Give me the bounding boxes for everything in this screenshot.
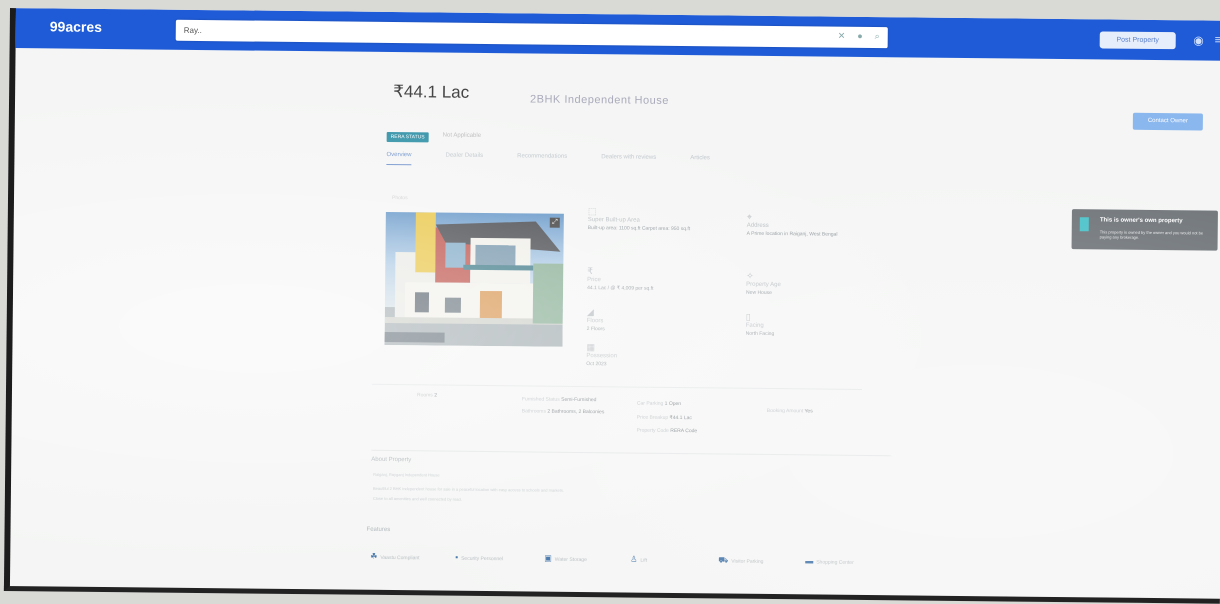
divider [371, 449, 892, 457]
detail-label: Price [587, 277, 601, 284]
feature-item: ☘ Vaastu Compliant [370, 551, 420, 562]
price-icon: ₹ [587, 266, 594, 277]
search-input[interactable] [181, 19, 806, 48]
listing-tabs: Overview Dealer Details Recommendations … [386, 151, 710, 168]
owner-card-title: This is owner's own property [1099, 217, 1183, 225]
feature-item: ▪ Security Personnel [455, 552, 504, 563]
tab-articles[interactable]: Articles [690, 155, 710, 168]
owner-property-card: This is owner's own property This proper… [1071, 209, 1218, 251]
detail-value: A Prime location in Raiganj, West Bengal [746, 230, 838, 238]
about-line-3: Close to all amenities and well connecte… [372, 495, 462, 502]
feature-item: ♙ Lift [630, 554, 648, 564]
detail-address: ⌖ Address A Prime location in Raiganj, W… [747, 212, 877, 238]
house-illustration [384, 212, 564, 347]
water-icon: ▣ [544, 553, 552, 563]
detail-value: 44.1 Lac / @ ₹ 4,009 per sq.ft [587, 285, 654, 292]
lift-icon: ♙ [630, 554, 638, 564]
expand-icon[interactable]: ⤢ [549, 217, 560, 228]
contact-owner-button[interactable]: Contact Owner [1132, 112, 1203, 131]
detail-label: Super Built-up Area [587, 217, 640, 224]
parking-icon: ⛟ [718, 555, 729, 565]
features-title: Features [366, 526, 391, 534]
property-photo[interactable]: ⤢ [384, 211, 564, 347]
detail-label: Possession [586, 353, 618, 360]
about-property-title: About Property [371, 456, 412, 464]
feature-item: ▬ Shopping Center [805, 556, 854, 566]
info-booking: Booking Amount Yes [766, 407, 813, 415]
detail-possession: ▦ Possession Oct 2023 [586, 342, 696, 368]
search-icon[interactable]: ⌕ [875, 31, 880, 42]
menu-icon[interactable]: ≡ [1215, 33, 1220, 47]
detail-label: Facing [745, 322, 764, 329]
info-property-code: Property Code RERA Code [636, 427, 698, 435]
detail-facing: ▯ Facing North Facing [746, 312, 856, 338]
post-property-button[interactable]: Post Property [1099, 31, 1176, 50]
info-price-breakup: Price Breakup ₹44.1 Lac [636, 414, 692, 422]
bookmark-icon [1079, 217, 1089, 232]
photos-label: Photos [391, 195, 408, 202]
feature-item: ⛟ Visitor Parking [718, 555, 764, 565]
mic-icon[interactable]: ● [857, 31, 863, 42]
tab-dealer-details[interactable]: Dealer Details [445, 153, 483, 166]
detail-area: ⬚ Super Built-up Area Built-up area: 110… [588, 206, 698, 232]
detail-label: Address [746, 222, 769, 229]
rera-note: Not Applicable [442, 132, 482, 139]
listing-price: ₹44.1 Lac [393, 82, 470, 102]
browser-screen: 99acres ✕ ● ⌕ Post Property ◉ ≡ ₹44.1 La… [3, 8, 1220, 604]
detail-value: New House [746, 289, 772, 296]
detail-value: North Facing [745, 330, 775, 338]
detail-price: ₹ Price 44.1 Lac / @ ₹ 4,009 per sq.ft [587, 266, 697, 292]
park-icon: ☘ [370, 551, 378, 561]
tab-overview[interactable]: Overview [386, 151, 412, 166]
owner-card-desc: This property is owned by the owner and … [1099, 229, 1204, 240]
detail-label: Property Age [746, 281, 781, 289]
info-rooms: Rooms 2 [416, 392, 438, 399]
site-logo[interactable]: 99acres [50, 18, 102, 35]
about-line-1: Raiganj, Rayganj Independent House [373, 471, 440, 478]
top-navigation-bar: 99acres ✕ ● ⌕ Post Property ◉ ≡ [15, 8, 1220, 61]
feature-item: ▣ Water Storage [544, 553, 587, 564]
detail-value: Oct 2023 [586, 361, 607, 368]
about-line-2: Beautiful 2 BHK independent house for sa… [372, 485, 565, 493]
rera-badge: RERA STATUS [386, 131, 429, 143]
user-icon[interactable]: ◉ [1193, 33, 1204, 47]
search-bar[interactable]: ✕ ● ⌕ [175, 19, 888, 49]
detail-floors: ◢ Floors 2 Floors [587, 307, 697, 333]
shopping-icon: ▬ [805, 556, 814, 566]
detail-value: Built-up area: 1100 sq.ft Carpet area: 9… [587, 225, 691, 233]
detail-age: ✧ Property Age New House [746, 271, 856, 297]
tab-dealers-reviews[interactable]: Dealers with reviews [601, 154, 656, 168]
info-furnished: Furnished Status Semi-Furnished [521, 396, 597, 404]
security-icon: ▪ [455, 552, 459, 562]
divider [372, 383, 863, 390]
info-parking: Car Parking 1 Open [636, 400, 682, 408]
info-bathrooms: Bathrooms 2 Bathrooms, 2 Balconies [521, 408, 605, 416]
detail-label: Floors [586, 318, 604, 325]
detail-value: 2 Floors [586, 326, 605, 333]
listing-summary: 2BHK Independent House [530, 93, 669, 107]
close-icon[interactable]: ✕ [838, 31, 846, 42]
tab-recommendations[interactable]: Recommendations [517, 153, 567, 167]
